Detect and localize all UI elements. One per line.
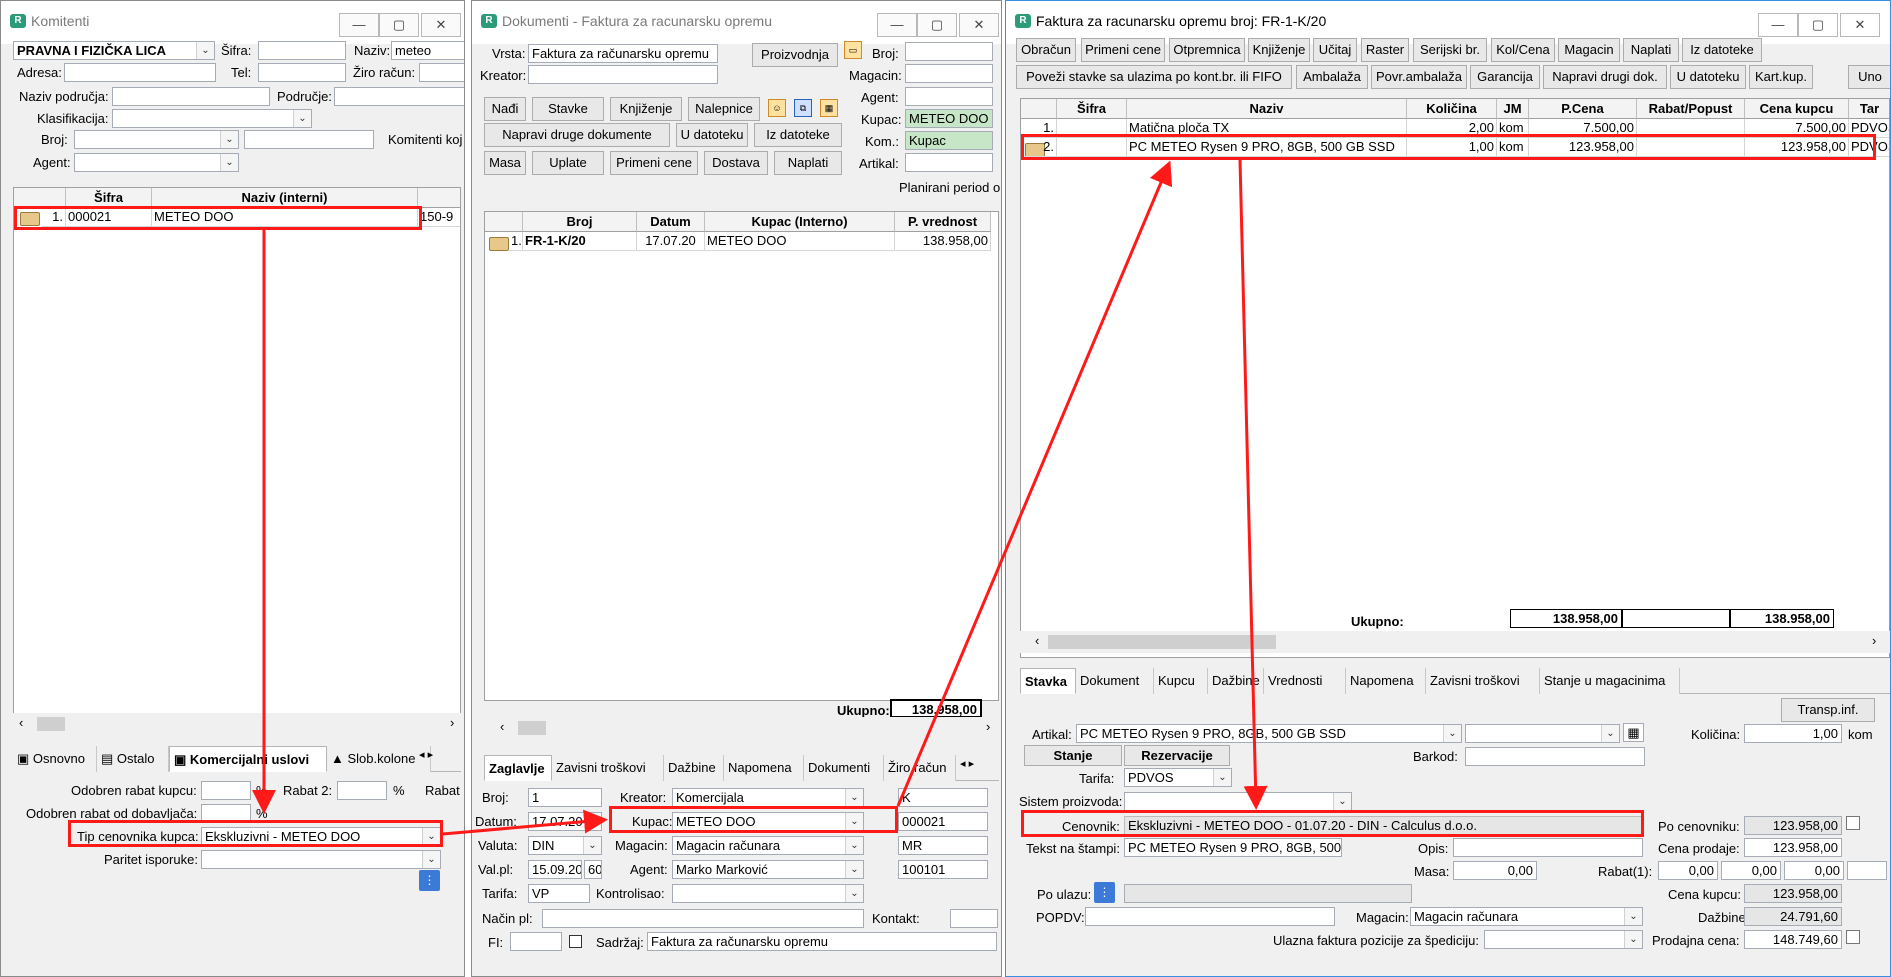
annotation-arrows <box>252 159 1268 836</box>
